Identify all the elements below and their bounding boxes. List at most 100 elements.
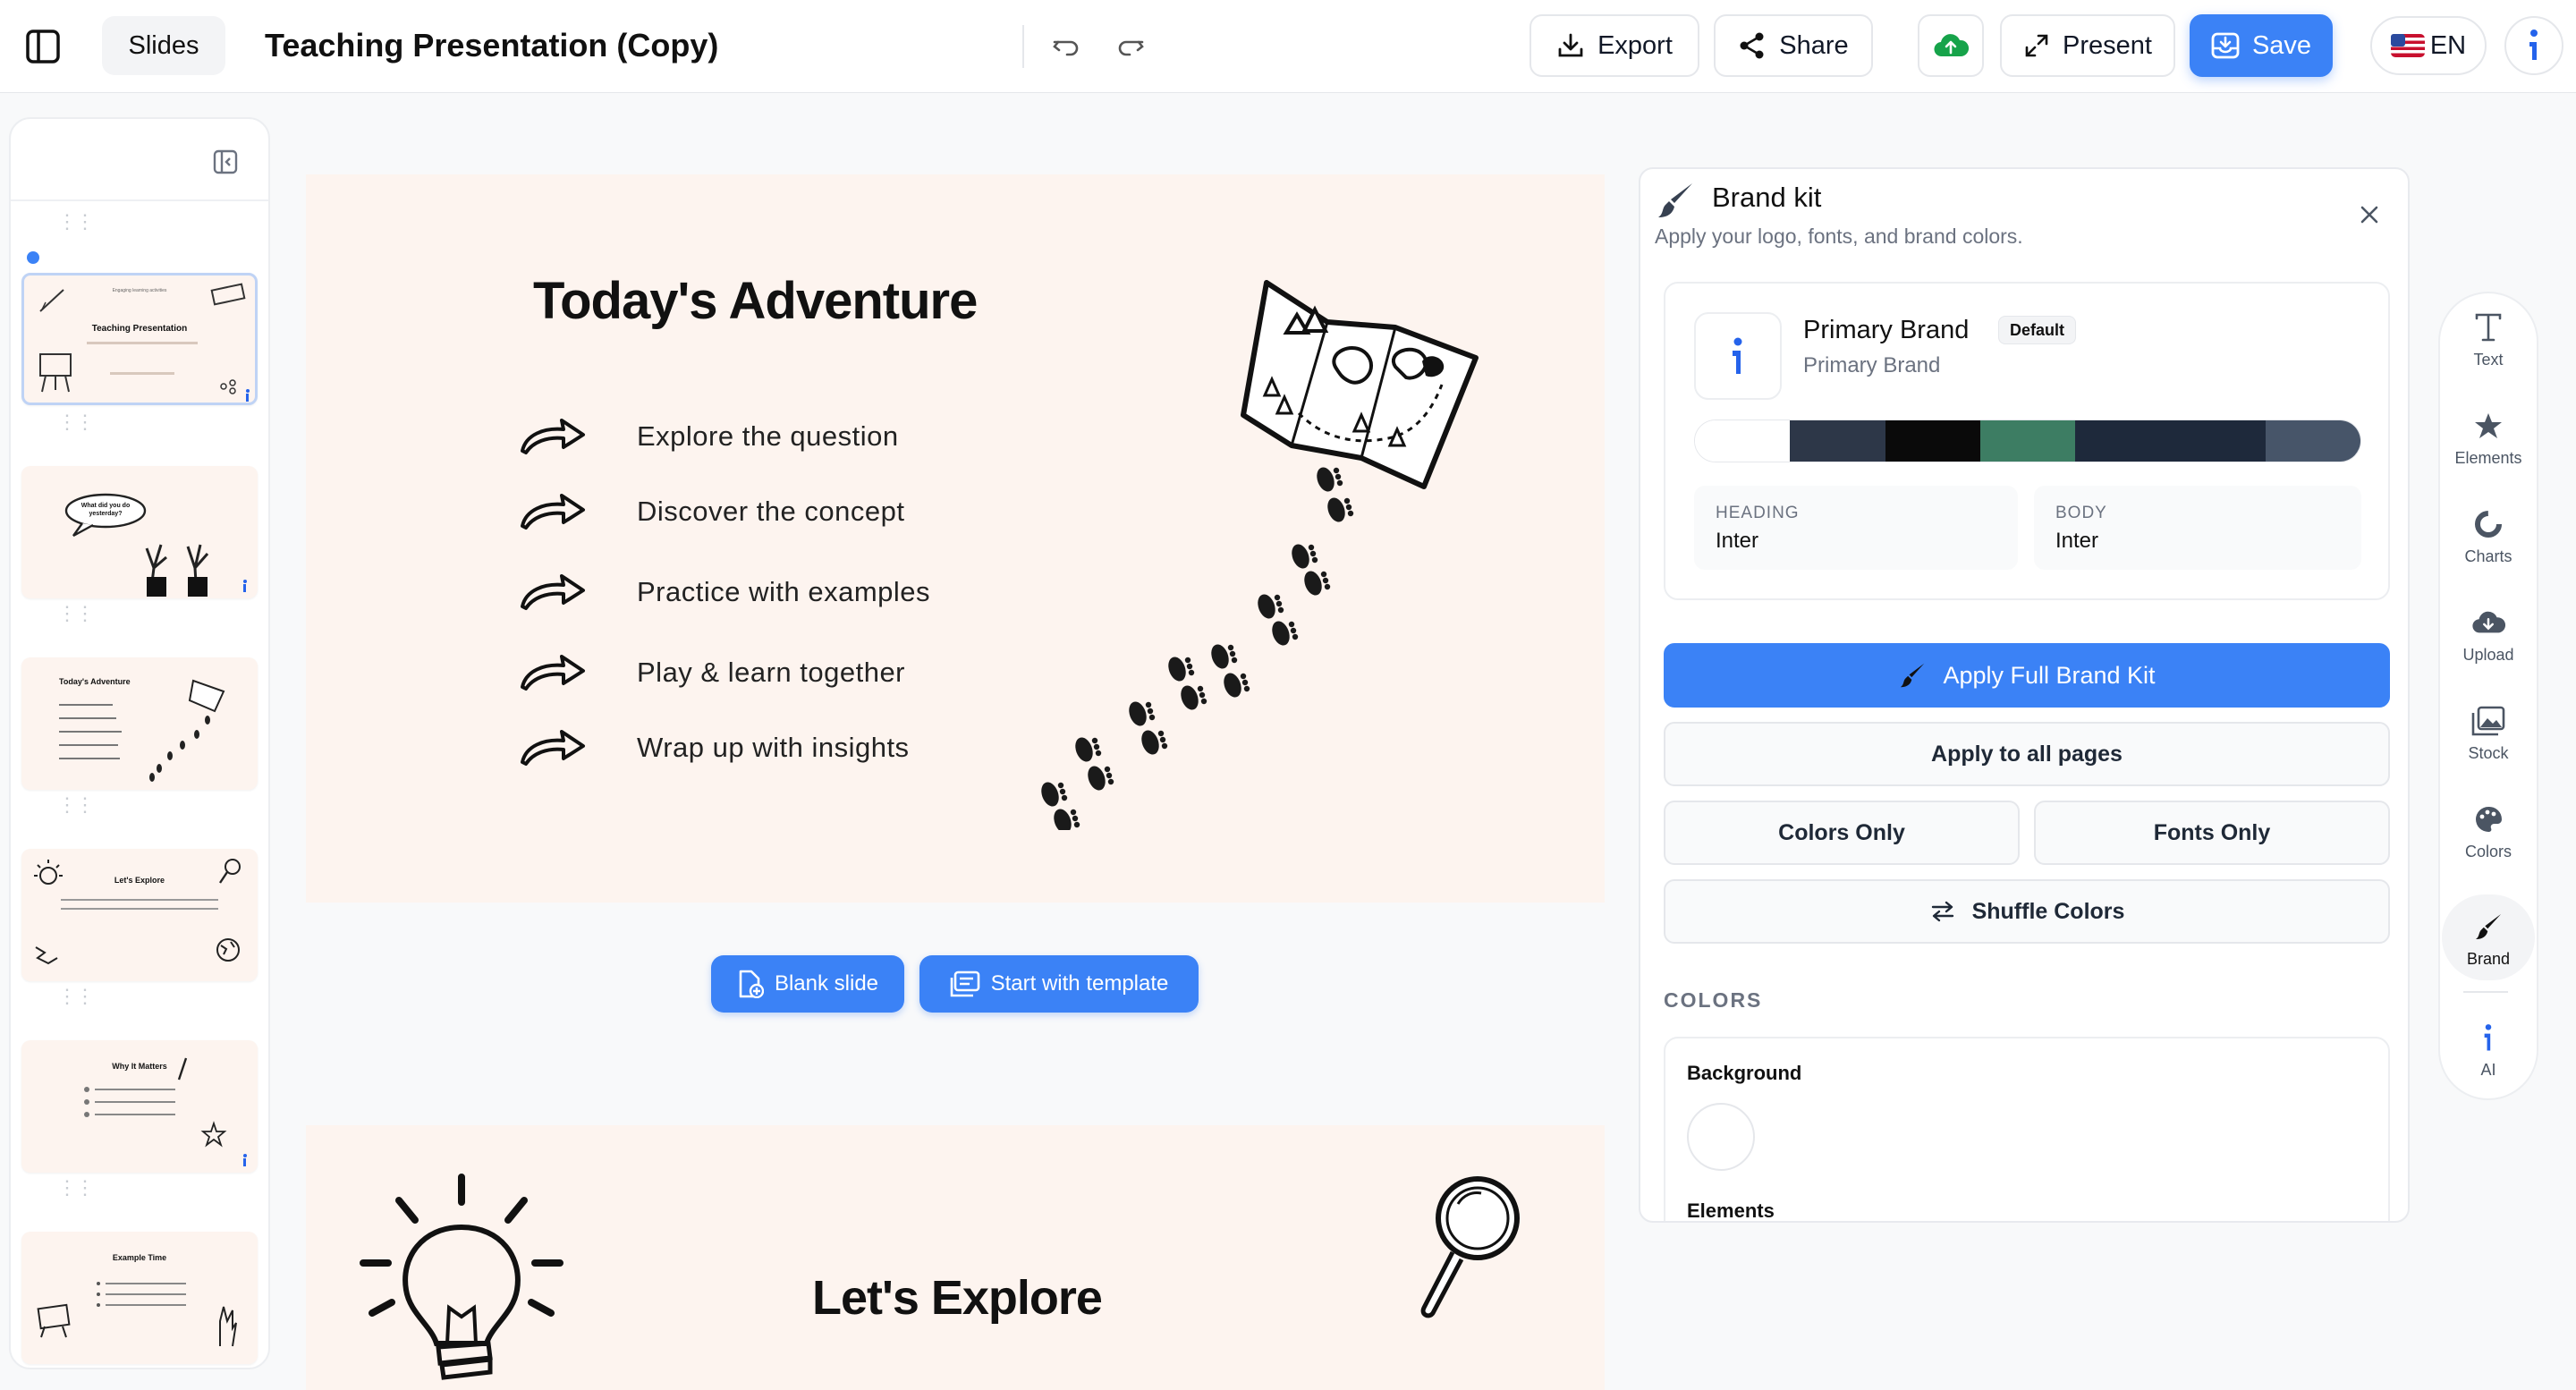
slides-panel: ⋮⋮ Engaging learning activities Teaching… bbox=[9, 117, 270, 1369]
tool-ai[interactable]: AI bbox=[2442, 1018, 2535, 1080]
thumb-line bbox=[61, 908, 218, 910]
ticket-doodle-icon bbox=[210, 283, 246, 306]
tool-charts[interactable]: Charts bbox=[2442, 504, 2535, 566]
tool-text[interactable]: Text bbox=[2442, 308, 2535, 369]
thumb-line bbox=[61, 899, 218, 901]
globe-doodle-icon bbox=[216, 938, 240, 962]
bullet-text: Practice with examples bbox=[637, 576, 931, 607]
palette-swatch[interactable] bbox=[2170, 420, 2266, 462]
footprint-toe bbox=[1091, 737, 1098, 744]
share-button[interactable]: Share bbox=[1714, 14, 1873, 77]
slide-thumbnail-1[interactable]: Engaging learning activities Teaching Pr… bbox=[21, 273, 258, 405]
drag-handle[interactable]: ⋮⋮ bbox=[57, 795, 95, 815]
slide-title[interactable]: Today's Adventure bbox=[533, 271, 978, 331]
shuffle-colors-button[interactable]: Shuffle Colors bbox=[1664, 879, 2390, 944]
slide-canvas-2[interactable]: Let's Explore bbox=[306, 1125, 1605, 1390]
easel-doodle-icon bbox=[39, 353, 72, 393]
footprint-toe bbox=[1200, 698, 1208, 705]
star-icon bbox=[2473, 406, 2504, 445]
presentation-title[interactable]: Teaching Presentation (Copy) bbox=[265, 27, 718, 64]
tool-upload[interactable]: Upload bbox=[2442, 603, 2535, 665]
brand-card[interactable]: Primary Brand Default Primary Brand HEAD… bbox=[1664, 282, 2390, 600]
brand-color-palette[interactable] bbox=[1694, 420, 2361, 462]
start-with-template-button[interactable]: Start with template bbox=[919, 955, 1199, 1013]
palette-swatch[interactable] bbox=[1790, 420, 1885, 462]
bullet-item[interactable]: Practice with examples bbox=[517, 572, 930, 612]
tool-brand[interactable]: Brand bbox=[2442, 894, 2535, 980]
slides-tab[interactable]: Slides bbox=[102, 16, 225, 75]
pencil-doodle-icon bbox=[177, 1057, 188, 1081]
slide-thumbnail-5[interactable]: Why It Matters bbox=[21, 1040, 258, 1173]
elements-color-label: Elements bbox=[1687, 1199, 1775, 1222]
apply-full-brand-kit-button[interactable]: Apply Full Brand Kit bbox=[1664, 643, 2390, 708]
footprint-toe bbox=[1070, 809, 1077, 816]
footprint-toe bbox=[1184, 657, 1191, 664]
slide-thumbnail-2[interactable]: What did you do yesterday? bbox=[21, 466, 258, 598]
easel-doodle-icon bbox=[37, 1303, 71, 1338]
slide-thumbnail-6[interactable]: Example Time bbox=[21, 1232, 258, 1364]
present-label: Present bbox=[2063, 30, 2152, 60]
arrow-doodle-icon bbox=[521, 655, 585, 691]
heading-font-card[interactable]: HEADING Inter bbox=[1694, 486, 2018, 570]
ai-logo-icon[interactable] bbox=[2504, 16, 2563, 75]
save-button[interactable]: Save bbox=[2190, 14, 2333, 77]
close-icon[interactable] bbox=[2354, 199, 2385, 230]
body-font-card[interactable]: BODY Inter bbox=[2034, 486, 2361, 570]
footprint-toe bbox=[1277, 606, 1284, 614]
brand-mark-icon bbox=[246, 389, 250, 402]
zigzag-doodle-icon bbox=[35, 946, 58, 965]
footprint-toe bbox=[1311, 556, 1318, 564]
drag-handle[interactable]: ⋮⋮ bbox=[57, 987, 95, 1006]
redo-icon[interactable] bbox=[1111, 27, 1150, 66]
brand-logo bbox=[1694, 312, 1782, 400]
bullet-item[interactable]: Wrap up with insights bbox=[517, 728, 910, 767]
drag-handle[interactable]: ⋮⋮ bbox=[57, 604, 95, 623]
footprint-toe bbox=[1093, 743, 1100, 750]
bullet-item[interactable]: Discover the concept bbox=[517, 492, 904, 531]
collapse-panel-icon[interactable] bbox=[209, 146, 242, 178]
footprint-toe bbox=[1095, 750, 1102, 757]
footprint-toe bbox=[1243, 685, 1250, 692]
arrow-doodle-icon bbox=[521, 730, 585, 766]
tool-label: Brand bbox=[2466, 949, 2511, 968]
drag-handle[interactable]: ⋮⋮ bbox=[57, 1178, 95, 1198]
footprint-toe bbox=[1309, 550, 1317, 557]
raised-hands-doodle-icon bbox=[145, 544, 209, 597]
chart-icon bbox=[2473, 504, 2504, 544]
apply-to-all-pages-button[interactable]: Apply to all pages bbox=[1664, 722, 2390, 786]
cloud-sync-button[interactable] bbox=[1918, 14, 1984, 77]
footprint-toe bbox=[1229, 650, 1236, 657]
drag-handle[interactable]: ⋮⋮ bbox=[57, 212, 95, 232]
palette-swatch[interactable] bbox=[2265, 420, 2360, 462]
bullet-item[interactable]: Play & learn together bbox=[517, 653, 905, 692]
fonts-only-button[interactable]: Fonts Only bbox=[2034, 801, 2390, 865]
export-button[interactable]: Export bbox=[1530, 14, 1699, 77]
slide-thumbnail-4[interactable]: Let's Explore bbox=[21, 849, 258, 981]
ai-icon bbox=[2481, 1018, 2496, 1057]
arrow-doodle-icon bbox=[521, 419, 585, 454]
tool-colors[interactable]: Colors bbox=[2442, 800, 2535, 861]
background-color-swatch[interactable] bbox=[1687, 1103, 1755, 1171]
palette-swatch[interactable] bbox=[1695, 420, 1791, 462]
language-button[interactable]: EN bbox=[2370, 16, 2487, 75]
magnifying-glass-illustration bbox=[1420, 1176, 1520, 1318]
undo-icon[interactable] bbox=[1046, 27, 1086, 66]
present-button[interactable]: Present bbox=[2000, 14, 2175, 77]
drag-handle[interactable]: ⋮⋮ bbox=[57, 412, 95, 432]
slide-title[interactable]: Let's Explore bbox=[812, 1270, 1103, 1326]
palette-swatch[interactable] bbox=[1885, 420, 1980, 462]
footprint-toe bbox=[1104, 766, 1111, 773]
palette-swatch[interactable] bbox=[2075, 420, 2171, 462]
tool-elements[interactable]: Elements bbox=[2442, 406, 2535, 468]
download-icon bbox=[1556, 31, 1585, 60]
footprint-toe bbox=[1274, 594, 1281, 601]
footprints-doodle-icon bbox=[149, 716, 210, 782]
bullet-text: Play & learn together bbox=[637, 657, 906, 688]
palette-swatch[interactable] bbox=[1979, 420, 2076, 462]
colors-only-button[interactable]: Colors Only bbox=[1664, 801, 2020, 865]
bullet-item[interactable]: Explore the question bbox=[517, 417, 899, 456]
tool-stock[interactable]: Stock bbox=[2442, 701, 2535, 763]
sidebar-toggle-icon[interactable] bbox=[23, 27, 63, 66]
blank-slide-button[interactable]: Blank slide bbox=[711, 955, 904, 1013]
slide-thumbnail-3[interactable]: Today's Adventure bbox=[21, 657, 258, 790]
